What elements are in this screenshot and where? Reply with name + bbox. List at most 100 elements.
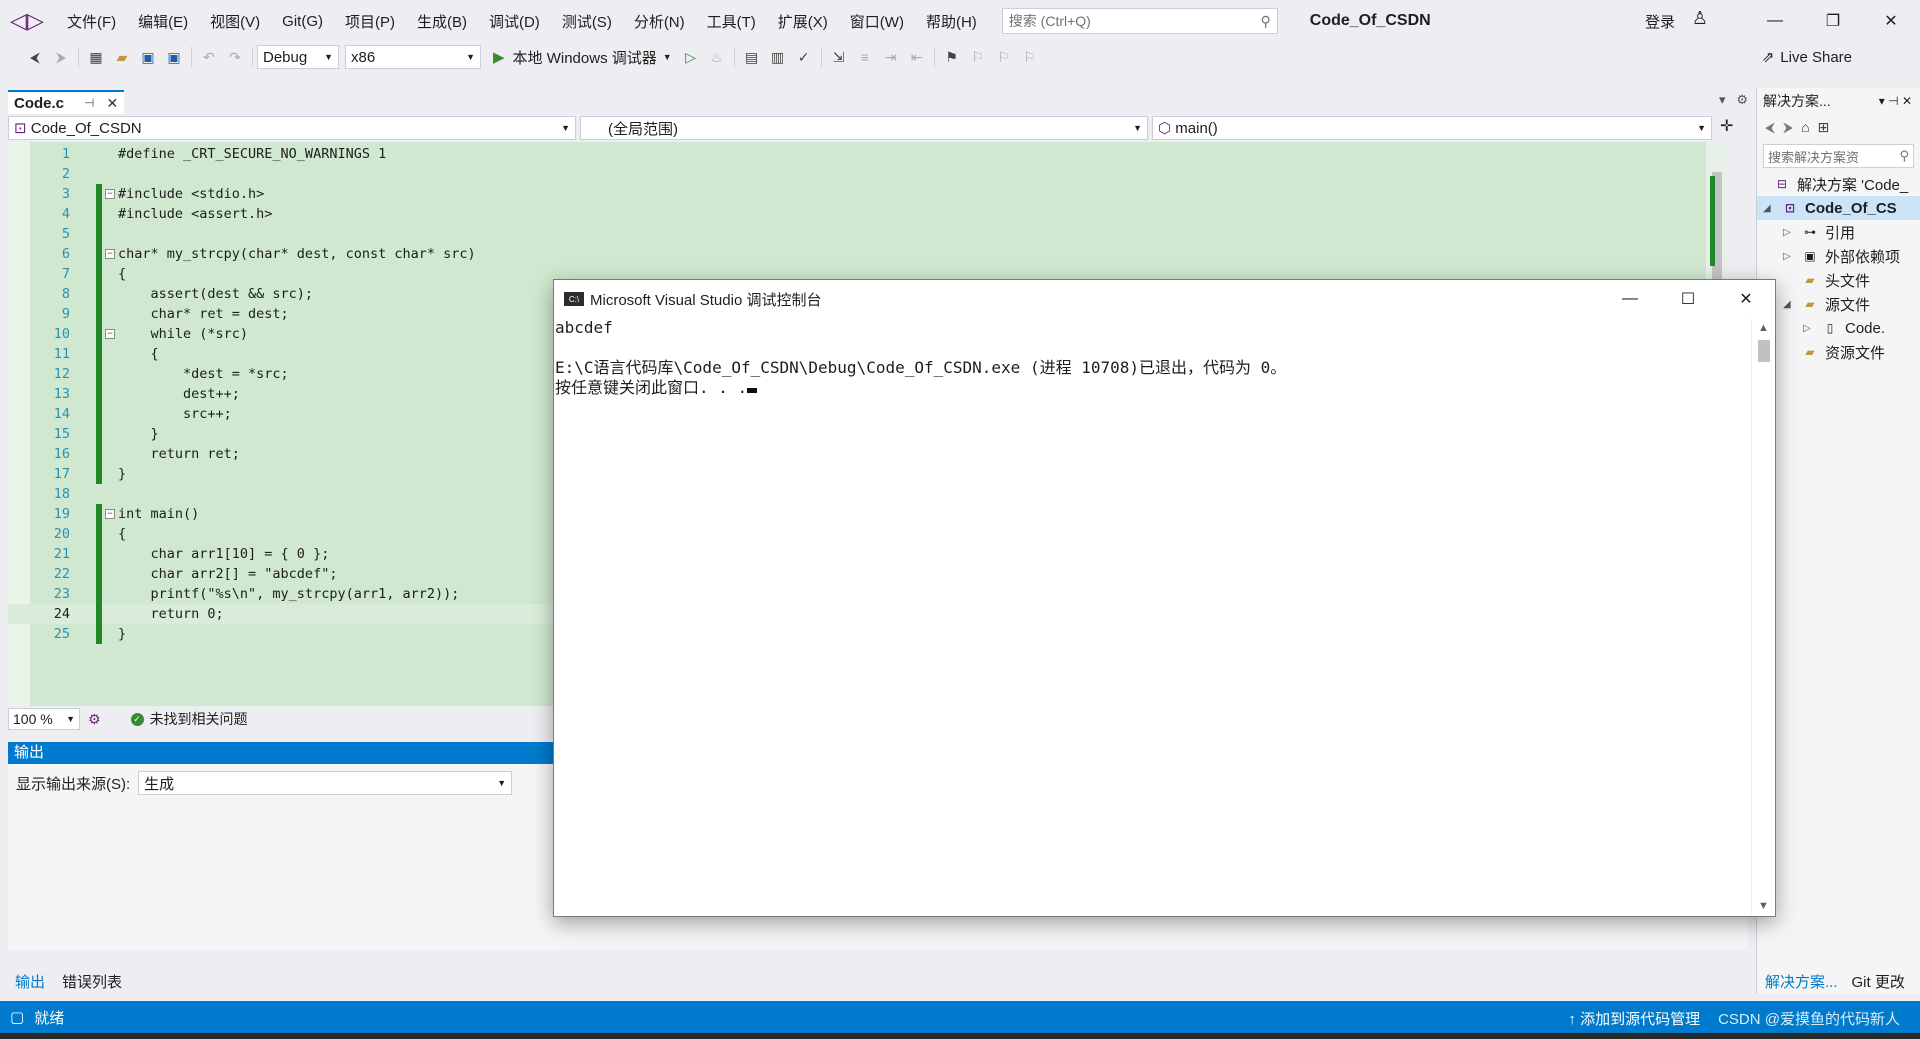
intellicode-icon[interactable]: ⚙ [88,711,101,728]
back-icon[interactable]: ⮜ [1765,119,1775,136]
tree-item-code-c[interactable]: ▷ ▯ Code. [1757,316,1920,340]
menu-help[interactable]: 帮助(H) [915,11,988,32]
new-item-icon[interactable]: ▦ [83,45,109,69]
start-without-debugging-icon[interactable]: ▷ [678,45,704,69]
tab-error-list[interactable]: 错误列表 [62,971,122,992]
switch-views-icon[interactable]: ⊞ [1818,119,1830,136]
bookmark-icon[interactable]: ⚑ [939,45,965,69]
menu-analyze[interactable]: 分析(N) [623,11,696,32]
split-icon[interactable]: ✛ [1720,116,1733,140]
open-folder-icon[interactable]: ▰ [109,45,135,69]
scroll-up-icon[interactable]: ▲ [1758,322,1769,334]
collapse-icon[interactable]: − [105,189,115,199]
spellcheck-icon[interactable]: ✓ [791,45,817,69]
code-line[interactable]: 4 #include <assert.h> [8,204,1728,224]
menu-extensions[interactable]: 扩展(X) [767,11,839,32]
tree-item-source-files[interactable]: ◢ ▰ 源文件 [1757,292,1920,316]
save-icon[interactable]: ▣ [135,45,161,69]
forward-icon[interactable]: ⮞ [1783,119,1793,136]
scope-dropdown[interactable]: (全局范围) ▼ [580,116,1148,140]
collapse-icon[interactable]: − [105,249,115,259]
minimize-icon[interactable]: — [1746,0,1804,42]
home-icon[interactable]: ⌂ [1801,119,1809,135]
browse-icon[interactable]: ▤ [739,45,765,69]
back-icon[interactable]: ⮜ [22,45,48,69]
tab-solution-explorer[interactable]: 解决方案... [1765,971,1838,992]
hot-reload-icon[interactable]: ♨ [704,45,730,69]
pin-icon[interactable]: ⊣ [84,96,94,110]
expanded-arrow-icon[interactable]: ◢ [1763,203,1775,214]
project-dropdown[interactable]: ⊡ Code_Of_CSDN ▼ [8,116,576,140]
console-output[interactable]: abcdef E:\C语言代码库\Code_Of_CSDN\Debug\Code… [554,318,1752,916]
collapsed-arrow-icon[interactable]: ▷ [1783,227,1795,238]
tree-item-project[interactable]: ◢ ⊡ Code_Of_CS [1757,196,1920,220]
code-line[interactable]: 5 [8,224,1728,244]
undo-icon[interactable]: ↶ [196,45,222,69]
code-line[interactable]: 3 − #include <stdio.h> [8,184,1728,204]
solution-search-input[interactable]: 搜索解决方案资 ⚲ [1763,144,1914,168]
redo-icon[interactable]: ↷ [222,45,248,69]
menu-project[interactable]: 项目(P) [334,11,406,32]
menu-view[interactable]: 视图(V) [199,11,271,32]
collapse-icon[interactable]: − [105,509,115,519]
layout-icon[interactable]: ▥ [765,45,791,69]
code-line[interactable]: 1 #define _CRT_SECURE_NO_WARNINGS 1 [8,144,1728,164]
start-debugger-button[interactable]: ▶ 本地 Windows 调试器 ▼ [493,47,672,68]
menu-debug[interactable]: 调试(D) [478,11,551,32]
output-source-select[interactable]: 生成 ▼ [138,771,513,795]
indent-icon[interactable]: ⇥ [878,45,904,69]
menu-tools[interactable]: 工具(T) [696,11,767,32]
scroll-down-icon[interactable]: ▼ [1758,900,1769,912]
issues-status[interactable]: 未找到相关问题 [150,709,248,729]
visual-studio-logo-icon[interactable]: ◁▷ [10,6,44,36]
outdent-icon[interactable]: ⇤ [904,45,930,69]
tree-item-external-deps[interactable]: ▷ ▣ 外部依赖项 [1757,244,1920,268]
panel-options-icon[interactable]: ▾ ⊣ ✕ [1879,94,1912,108]
console-maximize-icon[interactable]: ☐ [1659,280,1717,318]
restore-icon[interactable]: ❐ [1804,0,1862,42]
code-line[interactable]: 2 [8,164,1728,184]
expanded-arrow-icon[interactable]: ◢ [1783,299,1795,310]
tab-overflow-icon[interactable]: ▾ ⚙ [1719,92,1748,108]
menu-edit[interactable]: 编辑(E) [127,11,199,32]
tab-output[interactable]: 输出 [15,971,45,992]
tree-item-references[interactable]: ▷ ⊶ 引用 [1757,220,1920,244]
step-icon[interactable]: ⇲ [826,45,852,69]
console-minimize-icon[interactable]: — [1601,280,1659,318]
comment-icon[interactable]: ≡ [852,45,878,69]
platform-select[interactable]: x86 ▼ [345,45,481,69]
tab-git-changes[interactable]: Git 更改 [1852,971,1905,992]
add-to-source-control-button[interactable]: ↑ 添加到源代码管理 [1568,1008,1700,1029]
configuration-select[interactable]: Debug ▼ [257,45,339,69]
signin-link[interactable]: 登录 [1645,11,1675,32]
tree-item-header-files[interactable]: ▰ 头文件 [1757,268,1920,292]
live-share-button[interactable]: ⇗ Live Share [1762,48,1852,67]
prev-bookmark-icon[interactable]: ⚐ [965,45,991,69]
tree-item-resource-files[interactable]: ▰ 资源文件 [1757,340,1920,364]
collapsed-arrow-icon[interactable]: ▷ [1803,323,1815,334]
console-close-icon[interactable]: ✕ [1717,280,1775,318]
next-bookmark-icon[interactable]: ⚐ [991,45,1017,69]
menu-git[interactable]: Git(G) [271,13,334,30]
save-all-icon[interactable]: ▣ [161,45,187,69]
close-icon[interactable]: ✕ [1862,0,1920,42]
collapsed-arrow-icon[interactable]: ▷ [1783,251,1795,262]
search-input[interactable]: 搜索 (Ctrl+Q) ⚲ [1001,8,1278,34]
menu-window[interactable]: 窗口(W) [839,11,915,32]
console-scrollbar[interactable]: ▲ ▼ [1751,318,1775,916]
zoom-select[interactable]: 100 % ▼ [8,708,80,730]
member-dropdown[interactable]: ⬡ main() ▼ [1152,116,1712,140]
debug-console-window[interactable]: C:\ Microsoft Visual Studio 调试控制台 — ☐ ✕ … [553,279,1776,917]
menu-build[interactable]: 生成(B) [406,11,478,32]
account-icon[interactable]: ♙ [1692,8,1708,29]
scrollbar-thumb[interactable] [1758,340,1770,362]
tab-code-c[interactable]: Code.c ⊣ ✕ [8,90,124,114]
menu-test[interactable]: 测试(S) [551,11,623,32]
clear-bookmarks-icon[interactable]: ⚐ [1017,45,1043,69]
collapse-icon[interactable]: − [105,329,115,339]
forward-icon[interactable]: ⮞ [48,45,74,69]
menu-file[interactable]: 文件(F) [56,11,127,32]
close-tab-icon[interactable]: ✕ [106,95,118,112]
code-line[interactable]: 6 − char* my_strcpy(char* dest, const char… [8,244,1728,264]
console-title-bar[interactable]: C:\ Microsoft Visual Studio 调试控制台 [554,280,1775,318]
